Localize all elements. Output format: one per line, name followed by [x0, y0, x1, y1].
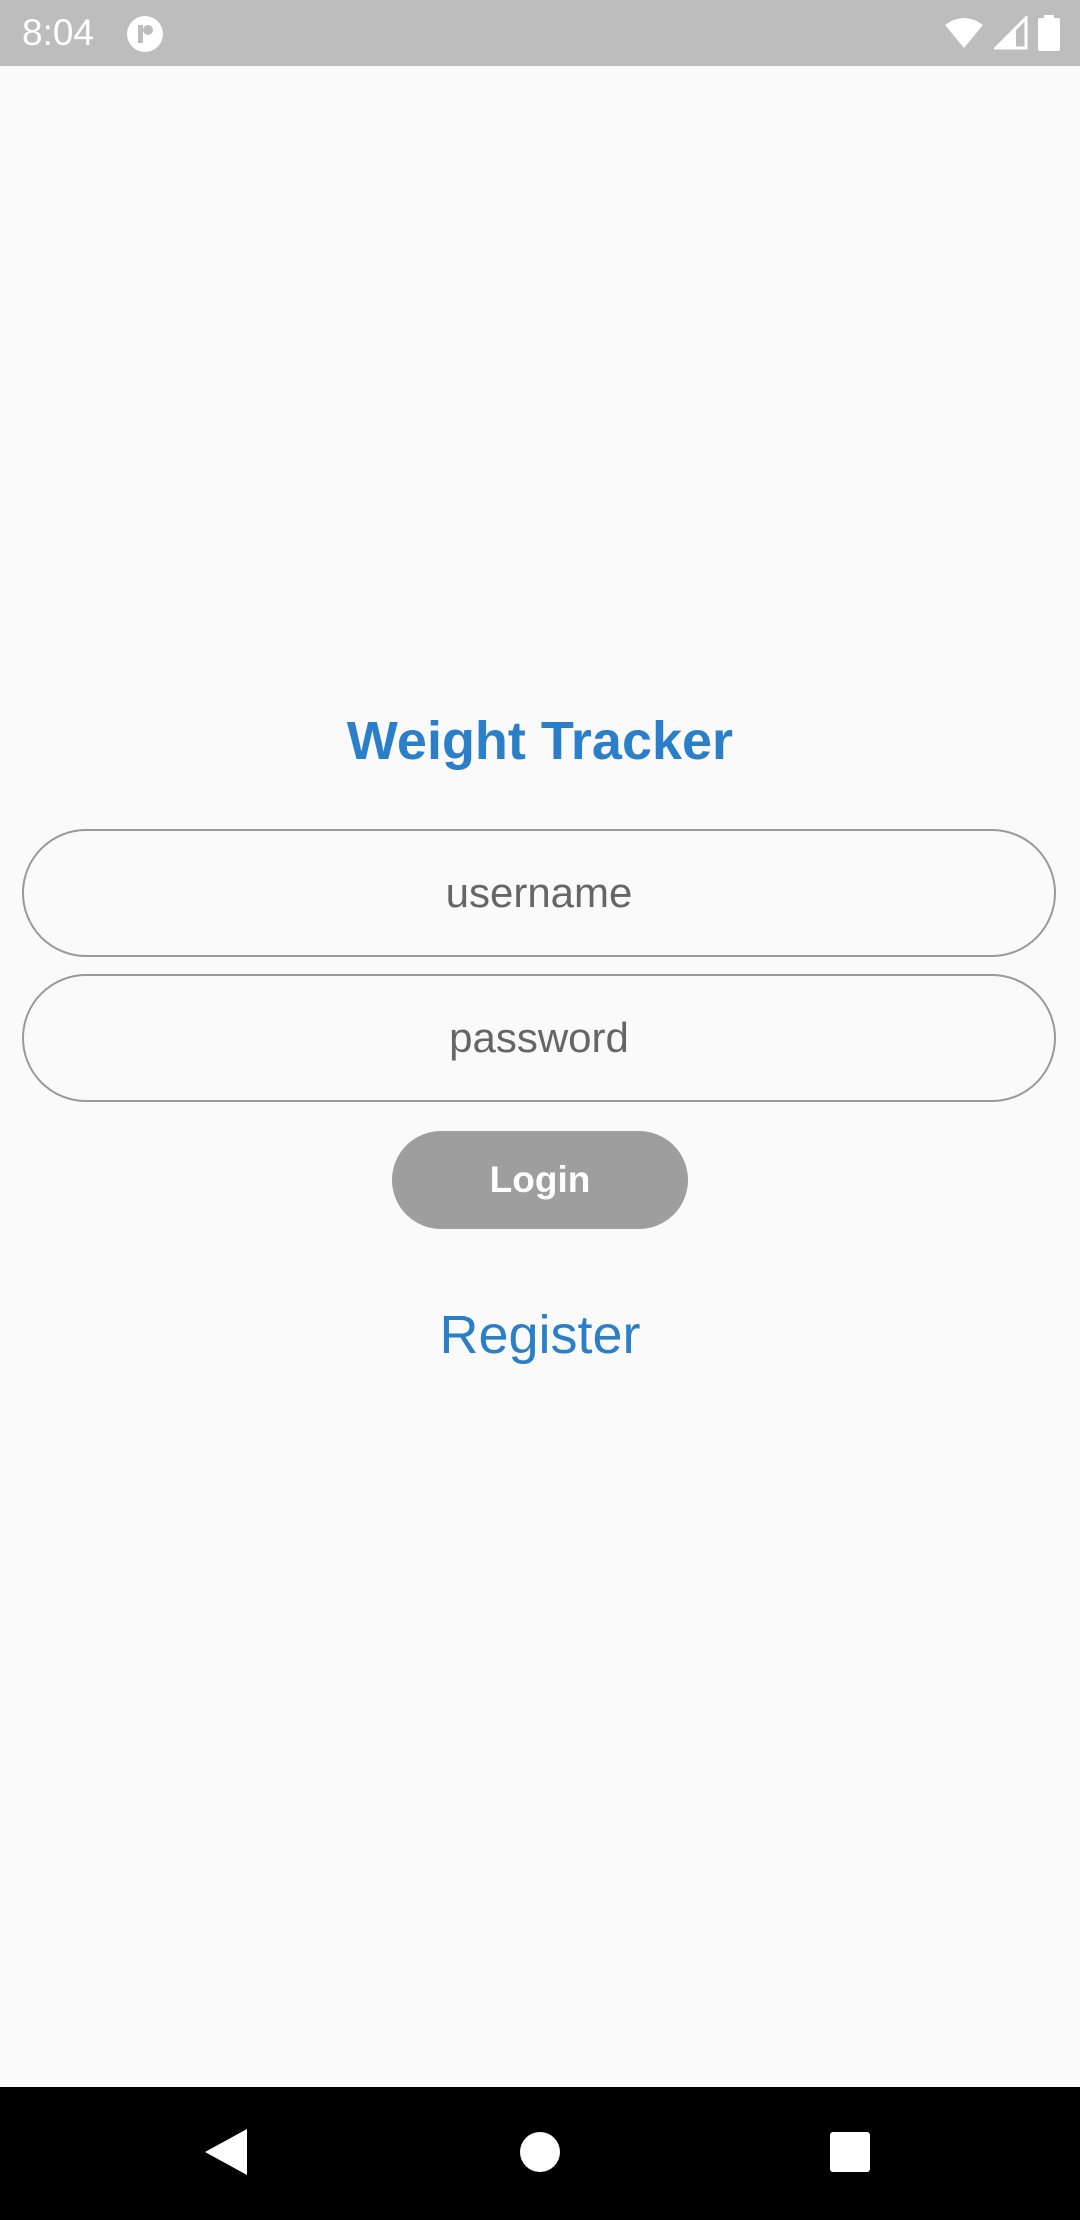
recents-button[interactable] [807, 2111, 893, 2197]
login-screen: 8:04 Weight Tracker username Login Regis… [0, 0, 1080, 2220]
back-button[interactable] [183, 2111, 269, 2197]
username-field[interactable] [22, 829, 1056, 957]
battery-icon [1038, 15, 1060, 51]
register-link[interactable]: Register [0, 1300, 1080, 1370]
status-icons [944, 14, 1060, 52]
password-input[interactable] [24, 976, 1054, 1100]
password-field[interactable] [22, 974, 1056, 1102]
cell-signal-icon [994, 16, 1028, 50]
username-input[interactable] [24, 831, 1054, 955]
app-notification-icon [126, 15, 164, 53]
status-bar: 8:04 [0, 0, 1080, 66]
login-button[interactable]: Login [392, 1131, 688, 1229]
navigation-bar [0, 2087, 1080, 2220]
back-icon [203, 2127, 249, 2182]
wifi-icon [944, 17, 984, 49]
app-title: Weight Tracker [346, 711, 734, 771]
home-button[interactable] [497, 2111, 583, 2197]
home-icon [519, 2131, 561, 2178]
status-time: 8:04 [22, 12, 95, 53]
recents-icon [829, 2131, 871, 2178]
